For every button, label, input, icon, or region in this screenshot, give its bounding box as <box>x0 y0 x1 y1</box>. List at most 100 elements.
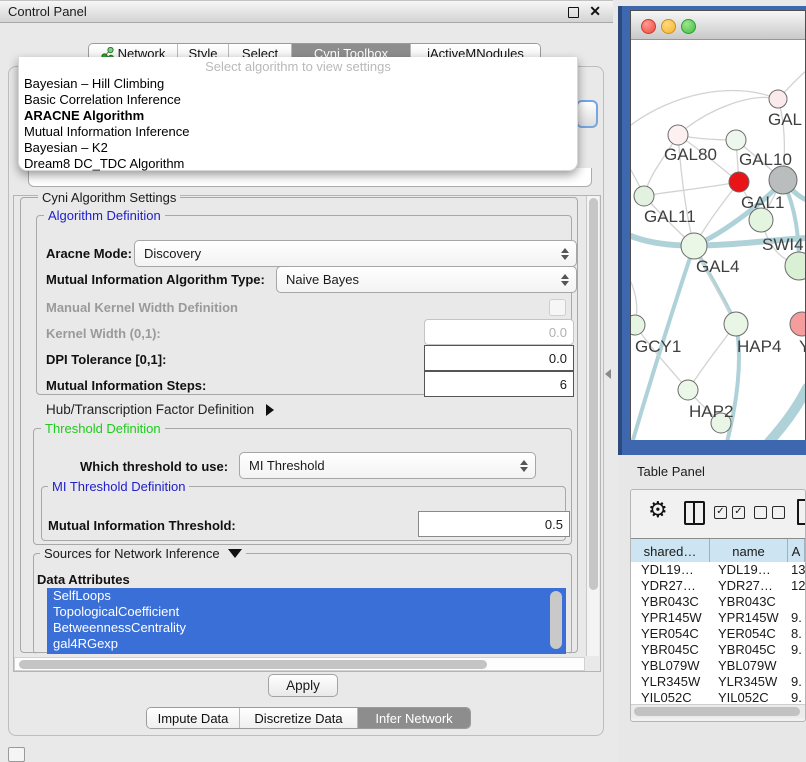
network-edge[interactable] <box>769 388 805 440</box>
zoom-window-icon[interactable] <box>681 19 696 34</box>
deselect-all-columns-icon[interactable] <box>754 506 785 519</box>
node-salmon[interactable] <box>790 312 805 336</box>
mit-input[interactable]: 0.5 <box>418 511 570 537</box>
attribute-list-item[interactable]: BetweennessCentrality <box>47 620 566 636</box>
table-row[interactable]: YER054CYER054C8. <box>631 626 805 642</box>
node-swi4[interactable] <box>785 252 805 280</box>
network-edge[interactable] <box>678 97 778 135</box>
algorithm-option[interactable]: Mutual Information Inference <box>19 124 577 140</box>
horizontal-scrollbar[interactable] <box>14 657 585 671</box>
vertical-scrollbar[interactable] <box>586 196 599 656</box>
table-cell: YDL19… <box>709 562 786 578</box>
mi-steps-input[interactable]: 6 <box>424 371 574 397</box>
algorithm-option[interactable]: Dream8 DC_TDC Algorithm <box>19 156 577 172</box>
close-window-icon[interactable] <box>641 19 656 34</box>
split-pane-collapse-icon[interactable] <box>605 369 611 379</box>
attribute-list-item[interactable]: TopologicalCoefficient <box>47 604 566 620</box>
float-panel-icon[interactable] <box>568 7 579 18</box>
stepper-icon <box>561 248 569 260</box>
table-row[interactable]: YLR345WYLR345W9. <box>631 674 805 690</box>
table-cell: YBL079W <box>709 658 786 674</box>
table-row[interactable]: YPR145WYPR145W9. <box>631 610 805 626</box>
aracne-mode-combo[interactable]: Discovery <box>134 240 577 267</box>
dpi-tolerance-input[interactable]: 0.0 <box>424 345 574 371</box>
network-edge[interactable] <box>644 182 739 196</box>
table-cell: YPR145W <box>709 610 786 626</box>
mit-label: Mutual Information Threshold: <box>48 518 236 533</box>
sources-group-title[interactable]: Sources for Network Inference <box>40 547 246 560</box>
table-row[interactable]: YDR27…YDR27…12 <box>631 578 805 594</box>
tab-impute-data[interactable]: Impute Data <box>147 708 239 728</box>
column-header-name[interactable]: name <box>710 539 788 563</box>
column-header-partial[interactable]: A <box>788 539 805 563</box>
table-row[interactable]: YBR043CYBR043C <box>631 594 805 610</box>
table-panel-title: Table Panel <box>637 464 705 479</box>
node-gal-top[interactable] <box>769 90 787 108</box>
checked-checkbox-icon: ✓ <box>732 506 745 519</box>
horizontal-scrollbar-thumb[interactable] <box>19 660 487 669</box>
close-panel-icon[interactable]: ✕ <box>589 3 601 20</box>
node-table-card: ⚙ ✓ ✓ shared… name A YDL19…YDL19…13YDR27… <box>630 489 806 722</box>
algorithm-option[interactable]: Bayesian – K2 <box>19 140 577 156</box>
which-threshold-label: Which threshold to use: <box>80 459 228 474</box>
algorithm-option[interactable]: Basic Correlation Inference <box>19 92 577 108</box>
attribute-list-scrollbar-thumb[interactable] <box>550 591 562 649</box>
control-panel-titlebar: Control Panel ✕ <box>0 0 613 23</box>
attribute-list-item[interactable]: gal4RGexp <box>47 636 566 652</box>
node-gray[interactable] <box>769 166 797 194</box>
node-hap2[interactable] <box>678 380 698 400</box>
which-threshold-value: MI Threshold <box>249 458 325 473</box>
data-attributes-list[interactable]: SelfLoopsTopologicalCoefficientBetweenne… <box>47 588 566 654</box>
cyni-mode-tab-bar: Impute Data Discretize Data Infer Networ… <box>146 707 471 729</box>
algorithm-option[interactable]: Bayesian – Hill Climbing <box>19 76 577 92</box>
network-window-titlebar[interactable] <box>631 11 805 40</box>
unchecked-checkbox-icon <box>772 506 785 519</box>
tab-infer-network[interactable]: Infer Network <box>357 708 470 728</box>
attribute-list-item[interactable]: SelfLoops <box>47 588 566 604</box>
which-threshold-combo[interactable]: MI Threshold <box>239 452 536 479</box>
node-label: HAP2 <box>689 402 733 422</box>
table-row[interactable]: YDL19…YDL19…13 <box>631 562 805 578</box>
hub-definition-toggle[interactable]: Hub/Transcription Factor Definition <box>46 402 274 417</box>
table-row[interactable]: YBL079WYBL079W <box>631 658 805 674</box>
gear-icon[interactable]: ⚙ <box>648 497 668 523</box>
document-icon[interactable] <box>797 499 806 525</box>
mi-type-value: Naive Bayes <box>286 272 359 287</box>
screen: Control Panel ✕ Network Style Select Cyn… <box>0 0 806 762</box>
node-label: Y <box>799 337 805 357</box>
algorithm-dropdown[interactable]: Select algorithm to view settings Bayesi… <box>18 57 578 171</box>
network-edge[interactable] <box>635 325 688 390</box>
column-header-shared-name[interactable]: shared… <box>631 539 710 563</box>
tab-discretize-data[interactable]: Discretize Data <box>239 708 357 728</box>
expanded-arrow-icon <box>228 549 242 558</box>
table-header-row: shared… name A <box>631 538 805 564</box>
node-red[interactable] <box>729 172 749 192</box>
kernel-width-input[interactable]: 0.0 <box>424 319 574 345</box>
network-edge[interactable] <box>631 91 778 125</box>
vertical-scrollbar-thumb[interactable] <box>589 198 598 590</box>
node-gal11[interactable] <box>634 186 654 206</box>
node-hap4[interactable] <box>724 312 748 336</box>
node-gal80[interactable] <box>668 125 688 145</box>
minimized-panel-icon[interactable] <box>8 747 25 762</box>
node-gal10[interactable] <box>726 130 746 150</box>
select-all-columns-icon[interactable]: ✓ ✓ <box>714 506 745 519</box>
manual-kernel-checkbox[interactable] <box>549 299 566 316</box>
node-gal4[interactable] <box>681 233 707 259</box>
table-cell: YER054C <box>709 626 786 642</box>
table-cell: 9. <box>786 610 805 626</box>
table-cell: YBR043C <box>631 594 709 610</box>
node-gcy1[interactable] <box>631 315 645 335</box>
node-label: GAL1 <box>741 193 784 213</box>
aracne-mode-value: Discovery <box>144 246 201 261</box>
network-canvas[interactable]: GALGAL80GAL10GAL1GAL11SWI4GAL4GCY1HAP4YH… <box>631 40 805 440</box>
table-horizontal-scrollbar[interactable] <box>631 704 805 718</box>
mi-type-combo[interactable]: Naive Bayes <box>276 266 577 293</box>
table-row[interactable]: YIL052CYIL052C9. <box>631 690 805 704</box>
minimize-window-icon[interactable] <box>661 19 676 34</box>
algorithm-option[interactable]: ARACNE Algorithm <box>19 108 577 124</box>
table-horizontal-scrollbar-thumb[interactable] <box>634 707 800 716</box>
apply-button[interactable]: Apply <box>268 674 338 697</box>
split-columns-icon[interactable] <box>684 501 705 525</box>
table-row[interactable]: YBR045CYBR045C9. <box>631 642 805 658</box>
